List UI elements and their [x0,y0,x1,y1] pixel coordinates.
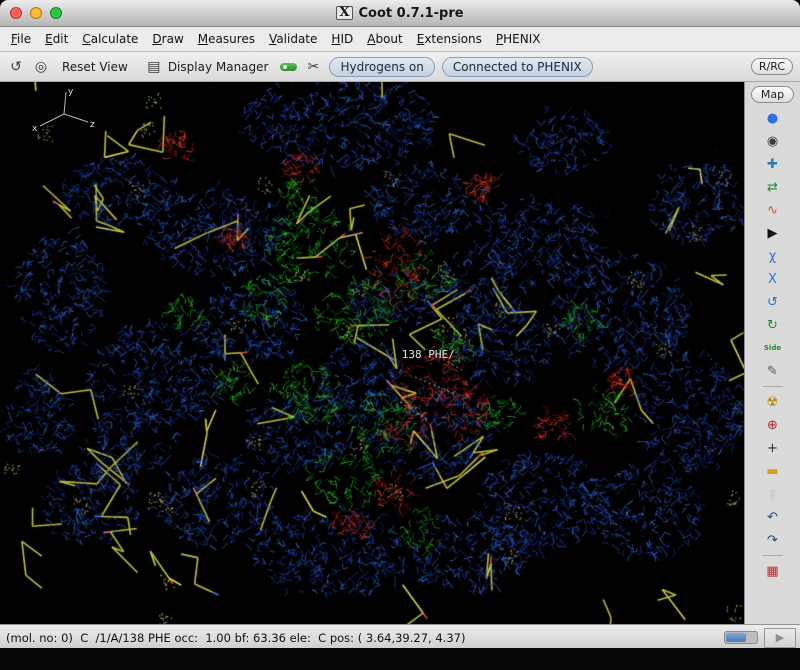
scene-image-icon[interactable]: ▦ [760,560,786,582]
side-chain-label-icon[interactable]: Side [760,337,786,359]
display-manager-button[interactable]: ▤ Display Manager [140,57,274,77]
main-toolbar: ↺ ◎ Reset View ▤ Display Manager ✂ Hydro… [0,52,800,82]
flip-peptide-icon[interactable]: ↺ [760,291,786,313]
reset-view-button[interactable]: Reset View [57,58,133,76]
rrc-button[interactable]: R/RC [751,58,793,75]
horizontal-scrollbar[interactable] [724,631,758,644]
side-chain-180-icon[interactable]: ↻ [760,314,786,336]
statusbar: (mol. no: 0) C /1/A/138 PHE occ: 1.00 bf… [0,624,800,648]
rotate-translate-icon: ⇄ [767,181,778,194]
side-chain-label-icon: Side [764,345,781,352]
real-space-refine-icon[interactable]: ● [760,107,786,129]
add-alt-conf-icon[interactable]: + [760,437,786,459]
add-terminal-residue-icon: ⊕ [767,419,778,432]
molecular-canvas[interactable] [0,82,744,624]
toolbar-separator [763,555,783,556]
statusbar-expander[interactable]: ▶ [764,628,796,648]
graphics-viewport[interactable]: x y z 138 PHE/ [0,82,744,624]
axis-x-label: x [32,124,38,134]
redo-icon[interactable]: ↷ [760,529,786,551]
add-terminal-residue-icon[interactable]: ⊕ [760,414,786,436]
modelling-toolbar: Map ● ◉ ✚ ⇄ ∿ ▶ χX ↺ ↻ Side ✎ ☢ ⊕ + ▬ ▮ ↶ ↷ ▦ [744,82,800,624]
scrollbar-thumb[interactable] [726,633,746,642]
edit-chi-angles-icon[interactable]: χ [760,245,786,267]
toolbar-separator [763,386,783,387]
clear-pending-icon[interactable]: ▬ [760,460,786,482]
mutate-icon[interactable]: ✎ [760,360,786,382]
rigid-body-fit-icon: ✚ [767,158,778,171]
menu-hid[interactable]: HID [324,29,360,49]
axis-y-label: y [68,87,74,97]
torsion-general-icon: X [768,273,777,286]
regularize-icon: ◉ [767,135,778,148]
flip-peptide-icon: ↺ [767,296,778,309]
axes-widget: x y z [30,86,100,142]
axis-z-label: z [90,120,95,130]
undo-icon: ↶ [767,511,778,524]
phenix-status-button[interactable]: Connected to PHENIX [442,57,593,77]
window-title: Coot 0.7.1-pre [359,6,464,21]
menu-extensions[interactable]: Extensions [410,29,489,49]
titlebar[interactable]: X Coot 0.7.1-pre [0,0,800,27]
display-manager-icon: ▤ [145,59,163,75]
modelling-icons: ● ◉ ✚ ⇄ ∿ ▶ χX ↺ ↻ Side ✎ ☢ ⊕ + ▬ ▮ ↶ ↷ ▦ [760,107,786,582]
menu-calculate[interactable]: Calculate [75,29,145,49]
x11-icon: X [336,6,352,20]
add-alt-conf-icon: + [767,442,778,455]
menu-validate[interactable]: Validate [262,29,324,49]
run-refmac-icon: ☢ [767,396,779,409]
run-refmac-icon[interactable]: ☢ [760,391,786,413]
side-chain-180-icon: ↻ [767,319,778,332]
menu-phenix[interactable]: PHENIX [489,29,548,49]
window-controls [0,7,62,19]
rotamers-icon: ▶ [768,227,778,240]
auto-fit-rotamer-icon: ∿ [767,204,778,217]
menubar: FileEditCalculateDrawMeasuresValidateHID… [0,27,800,52]
zoom-button[interactable] [50,7,62,19]
title-area: X Coot 0.7.1-pre [0,0,800,26]
close-button[interactable] [10,7,22,19]
delete-item-icon: ▮ [769,488,776,501]
atom-label: 138 PHE/ [402,348,455,361]
menu-file[interactable]: File [4,29,38,49]
menu-edit[interactable]: Edit [38,29,75,49]
torsion-general-icon[interactable]: X [760,268,786,290]
display-manager-label: Display Manager [168,60,269,74]
scissors-icon[interactable]: ✂ [304,59,322,75]
menu-draw[interactable]: Draw [145,29,190,49]
scene-image-icon: ▦ [766,565,778,578]
undo-icon[interactable]: ↶ [760,506,786,528]
hydrogens-toggle-button[interactable]: Hydrogens on [329,57,434,77]
regularize-icon[interactable]: ◉ [760,130,786,152]
mutate-icon: ✎ [767,365,778,378]
clear-pending-icon: ▬ [766,465,778,478]
rotate-translate-icon[interactable]: ⇄ [760,176,786,198]
coot-window: X Coot 0.7.1-pre FileEditCalculateDrawMe… [0,0,800,648]
key-icon[interactable] [280,63,297,71]
rotamers-icon[interactable]: ▶ [760,222,786,244]
menu-measures[interactable]: Measures [191,29,262,49]
minimize-button[interactable] [30,7,42,19]
map-button[interactable]: Map [751,86,794,103]
recenter-icon[interactable]: ↺ [7,59,25,75]
rigid-body-fit-icon[interactable]: ✚ [760,153,786,175]
delete-item-icon[interactable]: ▮ [760,483,786,505]
status-text: (mol. no: 0) C /1/A/138 PHE occ: 1.00 bf… [6,631,718,645]
record-icon[interactable]: ◎ [32,59,50,75]
edit-chi-angles-icon: χ [769,250,777,263]
redo-icon: ↷ [767,534,778,547]
real-space-refine-icon: ● [767,112,778,125]
auto-fit-rotamer-icon[interactable]: ∿ [760,199,786,221]
main-area: x y z 138 PHE/ Map ● ◉ ✚ ⇄ ∿ ▶ χX ↺ ↻ Side ✎ ☢ ⊕ + ▬ ▮ ↶… [0,82,800,624]
menu-about[interactable]: About [360,29,410,49]
